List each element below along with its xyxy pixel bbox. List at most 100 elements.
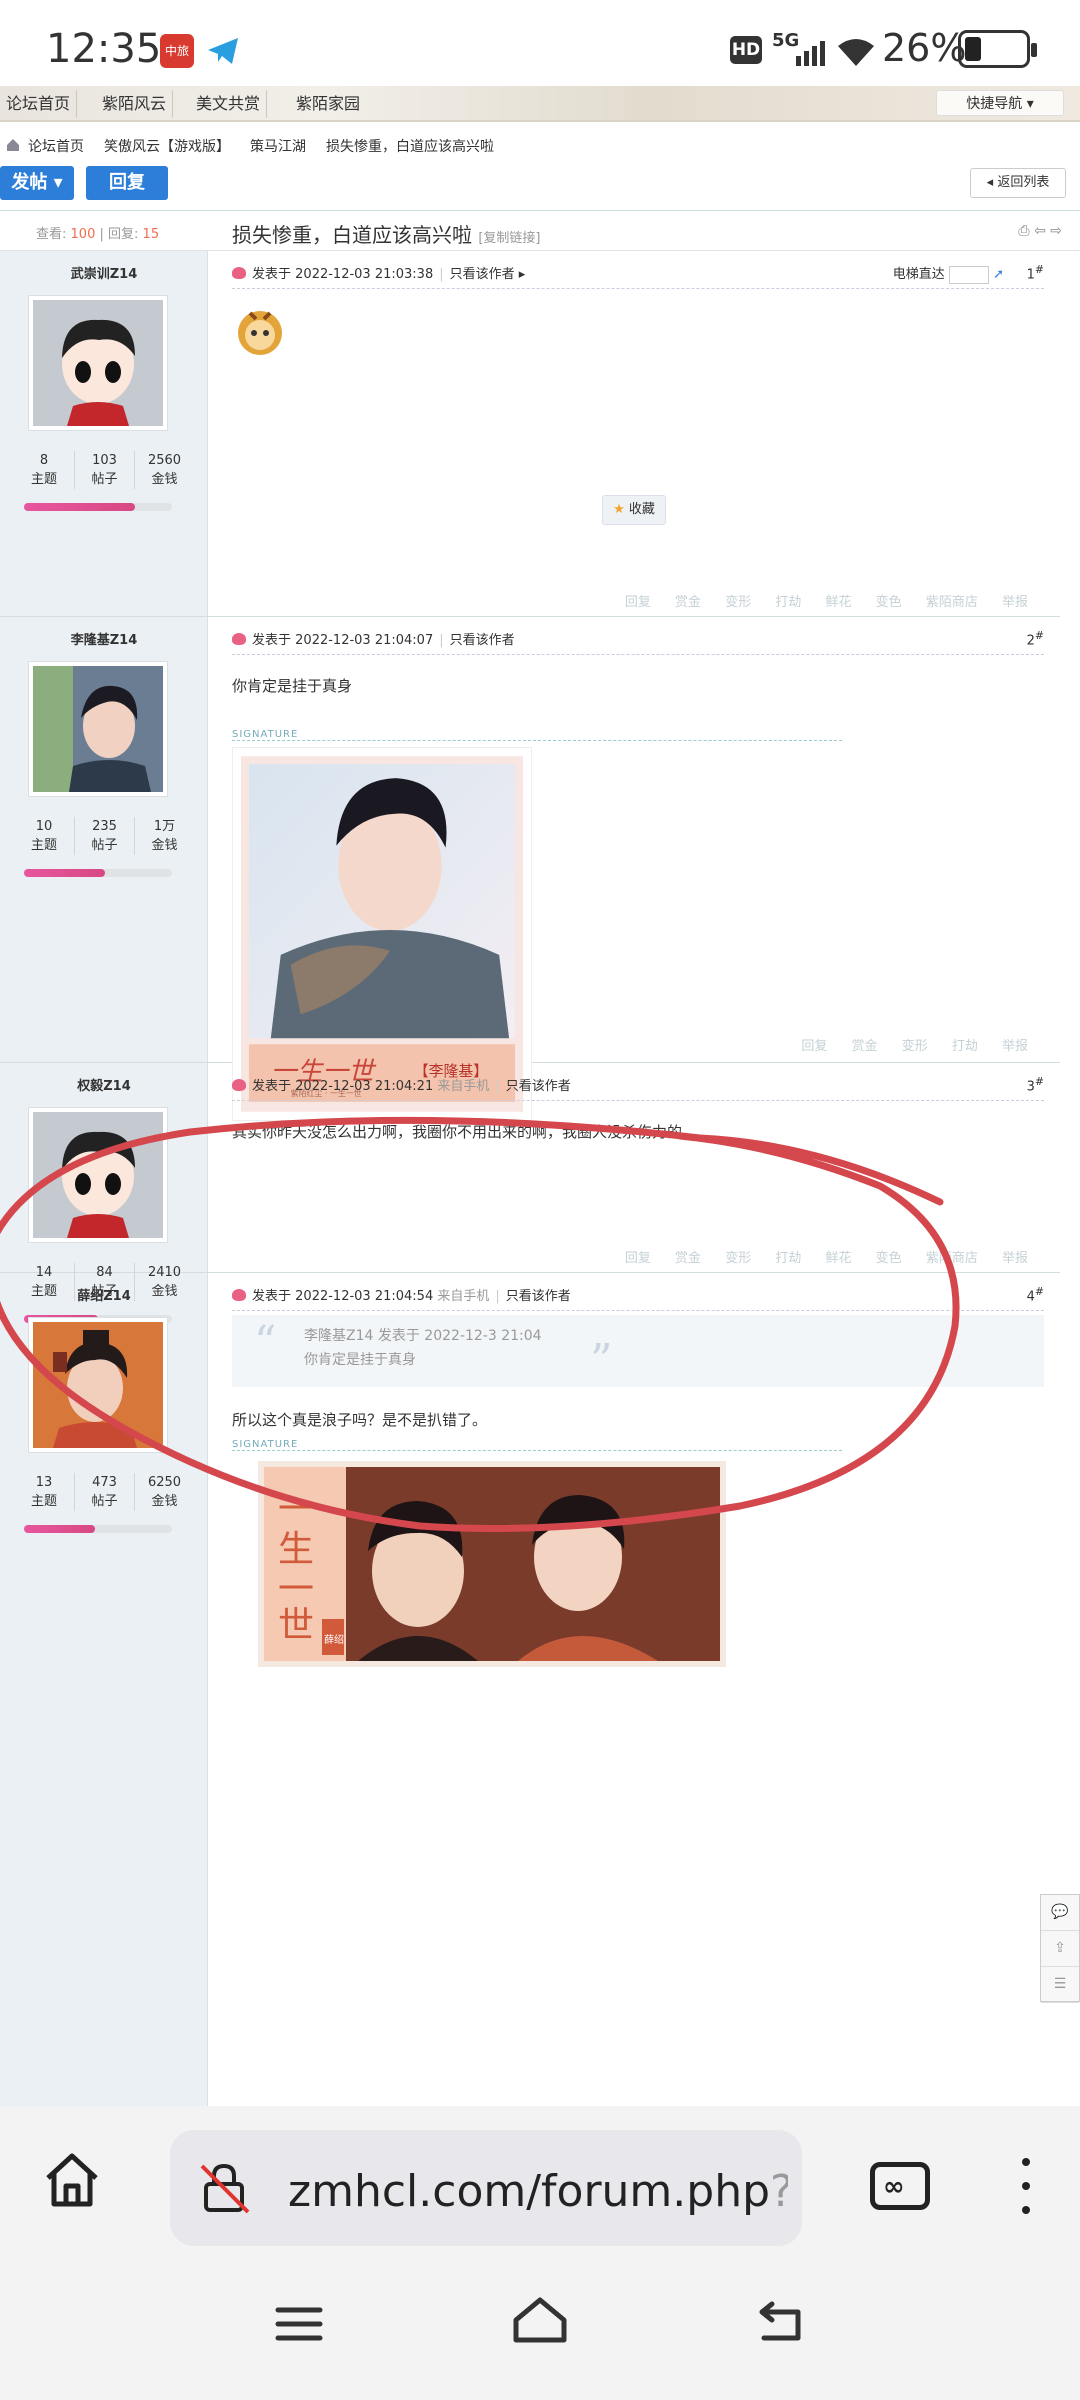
reply-button[interactable]: 回复	[86, 166, 168, 200]
action-report[interactable]: 举报	[1002, 1251, 1028, 1266]
emoji-sticker	[238, 311, 282, 355]
post-meta: 发表于 2022-12-03 21:04:54 来自手机 | 只看该作者 4#	[232, 1285, 1044, 1311]
address-bar[interactable]: zmhcl.com/forum.php?m	[170, 2130, 802, 2246]
action-rob[interactable]: 打劫	[775, 595, 801, 610]
crumb-board[interactable]: 策马江湖	[250, 136, 306, 156]
post-1: 武崇训Z14 8 主题 103 帖子 2560 金钱 发表于 2022-12-03 2…	[0, 251, 1060, 617]
nav-home-icon[interactable]	[510, 2296, 570, 2346]
only-author-link[interactable]: 只看该作者	[506, 1079, 571, 1094]
home-icon[interactable]	[42, 2150, 102, 2210]
online-icon	[232, 267, 246, 279]
print-icon[interactable]: ⎙	[1018, 223, 1029, 239]
action-report[interactable]: 举报	[1002, 1039, 1028, 1054]
author-name[interactable]: 武崇训Z14	[0, 263, 208, 282]
action-flower[interactable]: 鲜花	[826, 595, 852, 610]
only-author-link[interactable]: 只看该作者	[450, 633, 515, 648]
prev-icon[interactable]: ⇦	[1034, 223, 1046, 239]
more-menu-icon[interactable]	[1022, 2158, 1034, 2218]
app-notification-icon: 中旅	[160, 34, 194, 68]
floor-number: 2#	[1026, 629, 1044, 649]
action-reward[interactable]: 赏金	[852, 1039, 878, 1054]
forum-page: 论坛首页 紫陌风云 美文共赏 紫陌家园 快捷导航 ▾ 论坛首页 笑傲风云【游戏版…	[0, 86, 1080, 2106]
list-icon[interactable]: ☰	[1041, 1967, 1079, 2003]
thread-stats: 查看: 100 | 回复: 15	[36, 227, 160, 242]
post-4: 薛绍Z14 13 主题 473 帖子 6250 金钱 发表于 2022-12-03 2…	[0, 1273, 1060, 1673]
battery-percent: 26%	[882, 26, 967, 70]
level-bar	[24, 869, 172, 877]
post-actions: 回复 赏金 变形 打劫 鲜花 变色 紫陌商店 举报	[625, 1247, 1028, 1266]
avatar[interactable]	[28, 295, 168, 431]
post-button[interactable]: 发帖 ▾	[0, 166, 74, 200]
only-author-link[interactable]: 只看该作者	[450, 267, 515, 282]
insecure-lock-icon	[200, 2163, 250, 2214]
comment-icon[interactable]: 💬	[1041, 1895, 1079, 1931]
action-rob[interactable]: 打劫	[952, 1039, 978, 1054]
copy-link[interactable]: [复制链接]	[478, 231, 540, 246]
back-to-top-icon[interactable]: ⇪	[1041, 1931, 1079, 1967]
back-to-list-button[interactable]: ◂ 返回列表	[970, 168, 1066, 198]
nav-item-home[interactable]: 论坛首页	[0, 90, 78, 118]
action-reward[interactable]: 赏金	[675, 1251, 701, 1266]
action-shop[interactable]: 紫陌商店	[926, 595, 978, 610]
nav-item-meiwen[interactable]: 美文共赏	[190, 90, 268, 118]
thread-title: 损失惨重，白道应该高兴啦 [复制链接]	[232, 223, 541, 247]
action-color[interactable]: 变色	[876, 595, 902, 610]
level-bar	[24, 1525, 172, 1533]
crumb-game[interactable]: 笑傲风云【游戏版】	[104, 136, 230, 156]
avatar[interactable]	[28, 661, 168, 797]
elevator-input[interactable]	[948, 265, 989, 284]
svg-text:一: 一	[278, 1569, 314, 1610]
post-meta: 发表于 2022-12-03 21:04:07 | 只看该作者 2#	[232, 629, 1044, 655]
nav-item-fengyun[interactable]: 紫陌风云	[96, 90, 174, 118]
status-bar: 12:35 中旅 HD 5G 26%	[0, 0, 1080, 100]
quick-nav-button[interactable]: 快捷导航 ▾	[936, 90, 1064, 116]
breadcrumb: 论坛首页 笑傲风云【游戏版】 策马江湖 损失惨重，白道应该高兴啦	[0, 126, 1080, 160]
next-icon[interactable]: ⇨	[1050, 223, 1062, 239]
crumb-home[interactable]: 论坛首页	[28, 136, 84, 156]
author-name[interactable]: 薛绍Z14	[0, 1285, 208, 1304]
svg-text:一: 一	[278, 1489, 314, 1530]
action-rob[interactable]: 打劫	[775, 1251, 801, 1266]
nav-back-icon[interactable]	[754, 2298, 808, 2344]
floating-tools: 💬 ⇪ ☰	[1040, 1894, 1080, 2003]
action-reply[interactable]: 回复	[625, 1251, 651, 1266]
action-transform[interactable]: 变形	[725, 1251, 751, 1266]
action-reward[interactable]: 赏金	[675, 595, 701, 610]
floor-number: 1#	[1026, 263, 1044, 283]
action-transform[interactable]: 变形	[725, 595, 751, 610]
action-shop[interactable]: 紫陌商店	[926, 1251, 978, 1266]
action-reply[interactable]: 回复	[625, 595, 651, 610]
tabs-button[interactable]: ∞	[870, 2162, 930, 2210]
action-color[interactable]: 变色	[876, 1251, 902, 1266]
nav-item-jiayuan[interactable]: 紫陌家园	[290, 90, 366, 118]
post-3: 权毅Z14 14 主题 84 帖子 2410 金钱 发表于 2022-12-03 21…	[0, 1063, 1060, 1323]
avatar[interactable]	[28, 1107, 168, 1243]
svg-text:生: 生	[278, 1529, 314, 1570]
quote-body: 你肯定是挂于真身	[304, 1352, 416, 1368]
quote-header: 李隆基Z14 发表于 2022-12-3 21:04	[304, 1328, 542, 1344]
post-content: 其实你昨天没怎么出力啊，我圈你不用出来的啊，我圈人没杀伤力的	[232, 1123, 683, 1141]
action-flower[interactable]: 鲜花	[826, 1251, 852, 1266]
home-icon[interactable]	[6, 138, 20, 152]
action-transform[interactable]: 变形	[902, 1039, 928, 1054]
browser-bar: zmhcl.com/forum.php?m ∞	[0, 2106, 1080, 2400]
signature-label: SIGNATURE	[232, 1439, 842, 1451]
floor-number: 4#	[1026, 1285, 1044, 1305]
post-actions: 回复 赏金 变形 打劫 举报	[801, 1035, 1028, 1054]
author-name[interactable]: 李隆基Z14	[0, 629, 208, 648]
only-author-link[interactable]: 只看该作者	[506, 1289, 571, 1304]
level-bar	[24, 503, 172, 511]
author-name[interactable]: 权毅Z14	[0, 1075, 208, 1094]
online-icon	[232, 1079, 246, 1091]
status-time: 12:35	[46, 26, 162, 72]
action-reply[interactable]: 回复	[801, 1039, 827, 1054]
avatar[interactable]	[28, 1317, 168, 1453]
action-report[interactable]: 举报	[1002, 595, 1028, 610]
hd-badge: HD	[730, 36, 762, 64]
nav-menu-icon[interactable]	[272, 2304, 326, 2344]
thread-toolbar: 发帖 ▾ 回复 ◂ 返回列表	[0, 160, 1080, 216]
favorite-button[interactable]: ★ 收藏	[602, 495, 666, 525]
floor-number: 3#	[1026, 1075, 1044, 1095]
crumb-thread: 损失惨重，白道应该高兴啦	[326, 139, 494, 155]
elevator: 电梯直达 ➚	[892, 265, 1004, 284]
